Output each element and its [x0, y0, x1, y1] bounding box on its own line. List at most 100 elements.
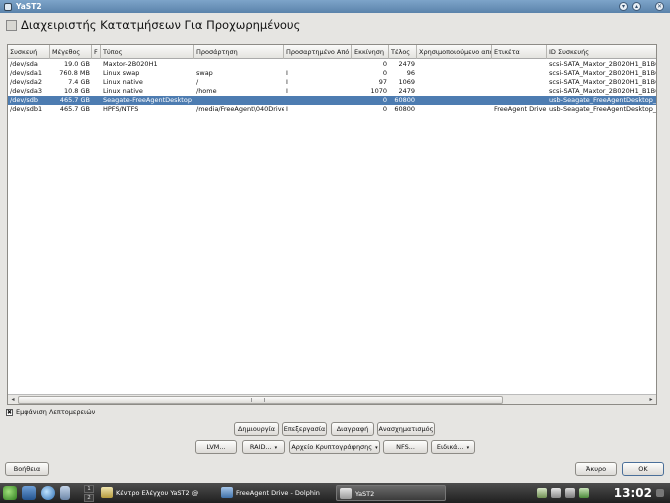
- details-checkbox[interactable]: ✖ Εμφάνιση Λεπτομερειών: [6, 408, 95, 416]
- nfs-button-label: NFS...: [396, 443, 415, 451]
- cell-device-id: scsi-SATA_Maxtor_2B020H1_B1B6: [549, 69, 657, 77]
- details-checkbox-label: Εμφάνιση Λεπτομερειών: [16, 408, 96, 416]
- raid-button[interactable]: RAID... ▾: [242, 440, 285, 454]
- cell-start: 0: [382, 60, 387, 68]
- column-header-mount-by[interactable]: Προσαρτημένο Από: [284, 45, 352, 59]
- ok-button[interactable]: OK: [622, 462, 664, 476]
- column-header-start[interactable]: Εκκίνηση: [352, 45, 389, 59]
- window-titlebar[interactable]: YaST2 ▾ ▴ ✕: [0, 0, 670, 13]
- cell-end: 2479: [398, 60, 415, 68]
- column-header-used-by[interactable]: Χρησιμοποιούμενο από: [417, 45, 492, 59]
- cell-format: [92, 87, 101, 96]
- cell-type: Linux swap: [103, 69, 140, 77]
- table-row[interactable]: /dev/sda 19.0 GB Maxtor-2B020H1 0 2479 scsi-S…: [8, 60, 656, 69]
- cell-end: 2479: [398, 87, 415, 95]
- updater-icon[interactable]: [579, 488, 589, 498]
- cell-size: 760.8 MB: [59, 69, 90, 77]
- cell-size: 10.8 GB: [63, 87, 90, 95]
- minimize-icon[interactable]: ▾: [619, 2, 628, 11]
- cell-used-by: [417, 78, 492, 87]
- clipboard-icon[interactable]: [551, 488, 561, 498]
- cell-size: 465.7 GB: [59, 105, 90, 113]
- desktop-icon[interactable]: [22, 486, 36, 500]
- crypt-file-button-label: Αρχείο Κρυπτογράφησης: [291, 443, 373, 451]
- cell-size: 19.0 GB: [63, 60, 90, 68]
- help-button[interactable]: Βοήθεια: [5, 462, 49, 476]
- horizontal-scrollbar[interactable]: ◂ ▸: [8, 394, 656, 404]
- cell-start: 1070: [370, 87, 387, 95]
- pager-desktop-2[interactable]: 2: [84, 494, 94, 502]
- network-icon[interactable]: [537, 488, 547, 498]
- table-row[interactable]: /dev/sda2 7.4 GB Linux native / I 97 1069 scsi-…: [8, 78, 656, 87]
- cell-label: [492, 96, 547, 105]
- column-header-type[interactable]: Τύπος: [101, 45, 194, 59]
- cell-start: 0: [382, 105, 387, 113]
- resize-button[interactable]: Ανασχηματισμός: [377, 422, 435, 436]
- table-row[interactable]: /dev/sda3 10.8 GB Linux native/home I 1070 24…: [8, 87, 656, 96]
- delete-button[interactable]: Διαγραφή: [331, 422, 374, 436]
- cell-used-by: [417, 105, 492, 114]
- cell-mount-by: I: [286, 105, 288, 113]
- column-header-label[interactable]: Ετικέτα: [492, 45, 547, 59]
- scrollbar-grip: [251, 398, 265, 402]
- scrollbar-thumb[interactable]: [18, 396, 503, 404]
- tools-icon: [101, 487, 113, 498]
- cell-device-id: scsi-SATA_Maxtor_2B020H1_B1B6: [549, 87, 657, 95]
- cell-mount-by: I: [286, 78, 288, 86]
- folder-icon: [221, 487, 233, 498]
- cell-label: [492, 78, 547, 87]
- lvm-button[interactable]: LVM...: [195, 440, 237, 454]
- cell-label: [492, 60, 547, 69]
- table-row[interactable]: /dev/sdb1 465.7 GB HPFS/NTFS/media/FreeAge…: [8, 105, 656, 114]
- task-yast-control-center[interactable]: Κέντρο Ελέγχου YaST2 @: [98, 485, 216, 501]
- cell-used-by: [417, 96, 492, 105]
- clock[interactable]: 13:02: [614, 485, 652, 501]
- expert-button[interactable]: Ειδικά... ▾: [431, 440, 475, 454]
- cell-end: 60800: [394, 96, 415, 104]
- maximize-icon[interactable]: ▴: [632, 2, 641, 11]
- column-header-end[interactable]: Τέλος: [389, 45, 417, 59]
- cell-mount: /: [196, 78, 199, 86]
- close-icon[interactable]: ✕: [655, 2, 664, 11]
- cell-start: 97: [378, 78, 387, 86]
- cell-end: 96: [406, 69, 415, 77]
- pager-desktop-1[interactable]: 1: [84, 485, 94, 493]
- window-title: YaST2: [16, 2, 42, 11]
- panel-toolbox-icon[interactable]: [656, 489, 664, 497]
- cell-mount: [194, 60, 284, 69]
- create-button[interactable]: Δημιουργία: [234, 422, 279, 436]
- task-dolphin[interactable]: FreeAgent Drive - Dolphin: [218, 485, 332, 501]
- checkbox-mark[interactable]: ✖: [6, 408, 13, 416]
- cell-format: [92, 69, 101, 78]
- cell-mount: [194, 96, 284, 105]
- cell-type: HPFS/NTFS: [103, 105, 139, 113]
- cell-size: 465.7 GB: [59, 96, 90, 104]
- column-header-format[interactable]: F: [92, 45, 101, 59]
- scroll-right-icon[interactable]: ▸: [647, 396, 655, 404]
- edit-button[interactable]: Επεξεργασία: [282, 422, 327, 436]
- lvm-button-label: LVM...: [206, 443, 226, 451]
- task-yast2[interactable]: YaST2: [336, 485, 446, 501]
- cell-device: /dev/sda2: [10, 78, 42, 86]
- volume-icon[interactable]: [565, 488, 575, 498]
- cell-used-by: [417, 60, 492, 69]
- column-header-device[interactable]: Συσκευή: [8, 45, 50, 59]
- cell-type: Seagate-FreeAgentDesktop: [103, 96, 192, 104]
- column-header-device-id[interactable]: ID Συσκευής: [547, 45, 656, 59]
- nfs-button[interactable]: NFS...: [383, 440, 428, 454]
- task-label: YaST2: [355, 490, 375, 498]
- cell-device-id: scsi-SATA_Maxtor_2B020H1_B1B6: [549, 78, 657, 86]
- scroll-left-icon[interactable]: ◂: [9, 396, 17, 404]
- storage-icon[interactable]: [60, 486, 70, 500]
- browser-icon[interactable]: [41, 486, 55, 500]
- table-row[interactable]: /dev/sda1 760.8 MB Linux swap swap I 0 96 scsi-…: [8, 69, 656, 78]
- start-menu-icon[interactable]: [3, 486, 17, 500]
- cell-format: [92, 78, 101, 87]
- cancel-button[interactable]: Άκυρο: [575, 462, 617, 476]
- partition-table[interactable]: Συσκευή Μέγεθος F Τύπος Προσάρτηση Προσαρτημέ…: [7, 44, 657, 405]
- column-header-mount[interactable]: Προσάρτηση: [194, 45, 284, 59]
- crypt-file-button[interactable]: Αρχείο Κρυπτογράφησης ▾: [289, 440, 380, 454]
- cell-device-id: usb-Seagate_FreeAgentDesktop_6: [549, 96, 657, 104]
- column-header-size[interactable]: Μέγεθος: [50, 45, 92, 59]
- table-row[interactable]: /dev/sdb 465.7 GB Seagate-FreeAgentDesktop…: [8, 96, 656, 105]
